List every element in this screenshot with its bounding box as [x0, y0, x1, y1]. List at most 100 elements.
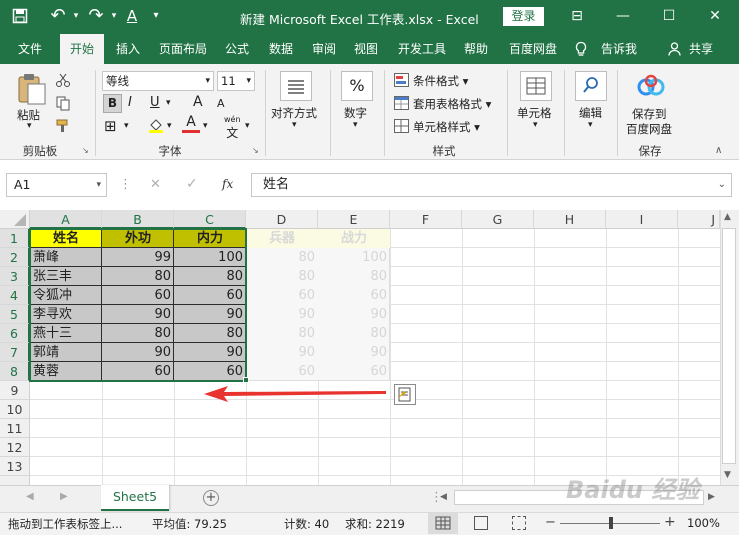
align-dropdown-icon[interactable]: ▾	[292, 120, 297, 130]
fill-color-icon[interactable]	[147, 116, 165, 134]
row-header-10[interactable]: 10	[0, 400, 30, 419]
number-button[interactable]: 数字	[344, 105, 367, 121]
column-header-e[interactable]: E	[318, 210, 390, 229]
save-icon[interactable]	[10, 6, 30, 26]
save-to-baidu-line2[interactable]: 百度网盘	[626, 121, 672, 137]
row-header-9[interactable]: 9	[0, 381, 30, 400]
scroll-up-icon[interactable]: ▲	[724, 212, 731, 222]
row-header-2[interactable]: 2	[0, 248, 30, 267]
font-color-icon[interactable]: A	[182, 115, 200, 133]
share-icon[interactable]	[666, 34, 682, 64]
tab-review[interactable]: 审阅	[306, 34, 342, 64]
drag-handle-icon[interactable]: ⋮	[119, 177, 132, 192]
row-header-5[interactable]: 5	[0, 305, 30, 324]
percent-icon[interactable]: %	[341, 71, 373, 101]
column-header-i[interactable]: I	[606, 210, 678, 229]
name-box[interactable]: A1 ▾	[6, 173, 107, 197]
border-icon[interactable]: ⊞	[104, 117, 117, 135]
share-button[interactable]: 共享	[684, 34, 718, 64]
select-all-button[interactable]	[0, 210, 30, 229]
tab-file[interactable]: 文件	[8, 34, 52, 64]
save-to-baidu-line1[interactable]: 保存到	[632, 106, 667, 122]
decrease-font-icon[interactable]: A	[217, 97, 225, 110]
row-header-13[interactable]: 13	[0, 457, 30, 476]
font-color-dropdown-icon[interactable]: ▾	[203, 121, 208, 131]
paste-dropdown-icon[interactable]: ▾	[27, 121, 32, 131]
font-launcher-icon[interactable]: ↘	[252, 146, 259, 155]
align-icon[interactable]	[280, 71, 312, 101]
add-sheet-icon[interactable]: +	[203, 490, 219, 506]
underline-dropdown-icon[interactable]: ▾	[166, 98, 171, 108]
zoom-slider-thumb[interactable]	[609, 517, 613, 529]
column-header-a[interactable]: A	[30, 210, 102, 229]
copy-icon[interactable]	[55, 95, 71, 111]
table-format-button[interactable]: 套用表格格式 ▾	[413, 96, 491, 112]
zoom-in-button[interactable]: +	[664, 514, 676, 530]
paste-icon[interactable]	[14, 72, 48, 106]
insert-function-icon[interactable]: fx	[222, 177, 233, 191]
baidu-netdisk-icon[interactable]	[636, 74, 666, 100]
quick-analysis-icon[interactable]	[394, 384, 416, 405]
column-header-c[interactable]: C	[174, 210, 246, 229]
prev-sheet-icon[interactable]: ◀	[26, 491, 34, 502]
vertical-scroll-thumb[interactable]	[722, 228, 736, 464]
redo-dropdown-icon[interactable]: ▾	[104, 6, 124, 26]
page-layout-view-icon[interactable]	[474, 516, 488, 530]
tab-home[interactable]: 开始	[60, 34, 104, 64]
row-header-4[interactable]: 4	[0, 286, 30, 305]
column-header-f[interactable]: F	[390, 210, 462, 229]
align-button[interactable]: 对齐方式	[271, 105, 317, 121]
minimize-button[interactable]: —	[608, 4, 638, 28]
zoom-level[interactable]: 100%	[687, 516, 720, 530]
underline-button[interactable]: U	[150, 95, 160, 110]
column-header-g[interactable]: G	[462, 210, 534, 229]
column-header-h[interactable]: H	[534, 210, 606, 229]
normal-view-button[interactable]	[428, 513, 458, 534]
undo-dropdown-icon[interactable]: ▾	[66, 6, 86, 26]
redo-icon[interactable]: ↷	[86, 6, 106, 26]
expand-formula-icon[interactable]: ⌄	[718, 174, 726, 196]
scroll-left-icon[interactable]: ◀	[440, 492, 447, 502]
tab-help[interactable]: 帮助	[456, 34, 496, 64]
row-header-1[interactable]: 1	[0, 229, 30, 248]
zoom-out-button[interactable]: −	[545, 515, 556, 530]
scroll-down-icon[interactable]: ▼	[724, 470, 731, 480]
clipboard-launcher-icon[interactable]: ↘	[82, 146, 89, 155]
font-color-quick-icon[interactable]: A	[122, 6, 142, 26]
ribbon-display-options-icon[interactable]: ⊟	[562, 4, 592, 28]
row-header-7[interactable]: 7	[0, 343, 30, 362]
tell-me-search[interactable]: 告诉我	[594, 34, 644, 64]
column-header-d[interactable]: D	[246, 210, 318, 229]
number-dropdown-icon[interactable]: ▾	[353, 120, 358, 130]
column-header-b[interactable]: B	[102, 210, 174, 229]
fill-dropdown-icon[interactable]: ▾	[167, 121, 172, 131]
row-header-12[interactable]: 12	[0, 438, 30, 457]
cut-icon[interactable]	[55, 72, 71, 88]
row-header-3[interactable]: 3	[0, 267, 30, 286]
cell-styles-button[interactable]: 单元格样式 ▾	[413, 119, 480, 135]
row-header-8[interactable]: 8	[0, 362, 30, 381]
bold-button[interactable]: B	[103, 94, 122, 113]
tab-data[interactable]: 数据	[262, 34, 300, 64]
edit-button[interactable]: 编辑	[579, 105, 602, 121]
tab-formulas[interactable]: 公式	[218, 34, 256, 64]
border-dropdown-icon[interactable]: ▾	[124, 121, 129, 131]
increase-font-icon[interactable]: A	[193, 94, 203, 110]
login-button[interactable]: 登录	[503, 7, 544, 26]
cancel-icon[interactable]: ✕	[150, 177, 161, 192]
scroll-right-icon[interactable]: ▶	[708, 492, 715, 502]
enter-icon[interactable]: ✓	[186, 176, 198, 192]
undo-icon[interactable]: ↶	[48, 6, 68, 26]
search-icon[interactable]	[575, 71, 607, 101]
tab-baidu-netdisk[interactable]: 百度网盘	[502, 34, 564, 64]
restore-button[interactable]: ☐	[654, 4, 684, 28]
phonetic-dropdown-icon[interactable]: ▾	[245, 121, 250, 131]
customize-quick-access-icon[interactable]: ▾	[146, 6, 166, 26]
tab-page-layout[interactable]: 页面布局	[152, 34, 214, 64]
sheet-tab-sheet5[interactable]: Sheet5	[101, 485, 169, 511]
page-break-view-icon[interactable]	[512, 516, 526, 530]
collapse-ribbon-icon[interactable]: ∧	[715, 145, 722, 156]
font-size-combo[interactable]: 11 ▾	[217, 71, 255, 91]
cells-button[interactable]: 单元格	[517, 105, 552, 121]
row-header-11[interactable]: 11	[0, 419, 30, 438]
